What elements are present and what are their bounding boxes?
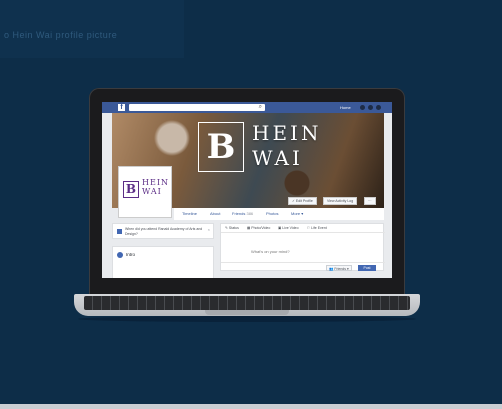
messages-icon[interactable] <box>368 105 373 110</box>
more-options-button[interactable]: ··· <box>364 197 376 205</box>
tab-about[interactable]: About <box>210 211 220 216</box>
cover-name-line2: WAI <box>252 146 303 170</box>
post-composer: ✎ Status ▦ Photo/Video ▣ Live Video ⚐ Li… <box>220 223 385 272</box>
home-link[interactable]: Home <box>340 104 351 111</box>
laptop-shadow <box>78 316 416 322</box>
composer-tab-photo-video[interactable]: ▦ Photo/Video <box>247 226 270 230</box>
friends-icon[interactable] <box>360 105 365 110</box>
laptop-keyboard <box>84 296 410 310</box>
tab-more[interactable]: More ▾ <box>291 211 303 216</box>
facebook-logo-icon[interactable]: f <box>118 104 125 111</box>
globe-icon <box>117 252 123 258</box>
top-banner: o Hein Wai profile picture <box>0 0 184 58</box>
composer-tab-live-video[interactable]: ▣ Live Video <box>278 226 299 230</box>
profile-name-line1: HEIN <box>142 178 169 187</box>
tab-friends[interactable]: Friends 386 <box>232 211 253 216</box>
cover-name-line1: HEIN <box>252 121 322 145</box>
notifications-icon[interactable] <box>376 105 381 110</box>
bottom-bar <box>0 404 502 409</box>
composer-footer: 👥 Friends ▾ Post <box>221 262 385 272</box>
tab-photos[interactable]: Photos <box>266 211 278 216</box>
education-prompt-card: When did you attend Ranald Academy of Ar… <box>112 223 214 239</box>
friends-count: 386 <box>246 211 254 216</box>
composer-tabs: ✎ Status ▦ Photo/Video ▣ Live Video ⚐ Li… <box>221 224 385 233</box>
profile-name-line2: WAI <box>142 187 162 196</box>
laptop-screen: f ⌕ Home B HEIN WAI ✓ Edit Profile View … <box>102 102 392 278</box>
composer-tab-life-event[interactable]: ⚐ Life Event <box>307 226 327 230</box>
profile-logo-mark: B <box>123 181 139 198</box>
search-input[interactable]: ⌕ <box>129 104 265 111</box>
audience-selector[interactable]: 👥 Friends ▾ <box>326 265 352 271</box>
facebook-topbar: f ⌕ Home <box>102 102 392 113</box>
edit-profile-button[interactable]: ✓ Edit Profile <box>288 197 317 205</box>
close-icon[interactable]: × <box>208 227 210 232</box>
view-activity-log-button[interactable]: View Activity Log <box>323 197 358 205</box>
tab-friends-label: Friends <box>232 211 246 216</box>
profile-tabs: Timeline About Friends 386 Photos More ▾ <box>174 208 384 220</box>
intro-label: Intro <box>126 252 136 257</box>
composer-tab-status[interactable]: ✎ Status <box>225 226 239 230</box>
cover-brand-name: HEIN WAI <box>252 121 321 171</box>
laptop-notch <box>205 310 289 315</box>
checkbox-icon[interactable] <box>117 229 122 234</box>
search-icon[interactable]: ⌕ <box>259 104 262 111</box>
profile-picture[interactable]: B HEIN WAI <box>118 166 172 218</box>
intro-card: Intro <box>112 246 214 278</box>
education-prompt-text: When did you attend Ranald Academy of Ar… <box>125 227 203 236</box>
status-input[interactable] <box>221 234 385 260</box>
banner-text: o Hein Wai profile picture <box>4 30 118 40</box>
tab-timeline[interactable]: Timeline <box>182 211 197 216</box>
post-button[interactable]: Post <box>358 265 376 271</box>
profile-brand-name: HEIN WAI <box>142 178 169 196</box>
cover-logo-mark: B <box>198 122 244 172</box>
